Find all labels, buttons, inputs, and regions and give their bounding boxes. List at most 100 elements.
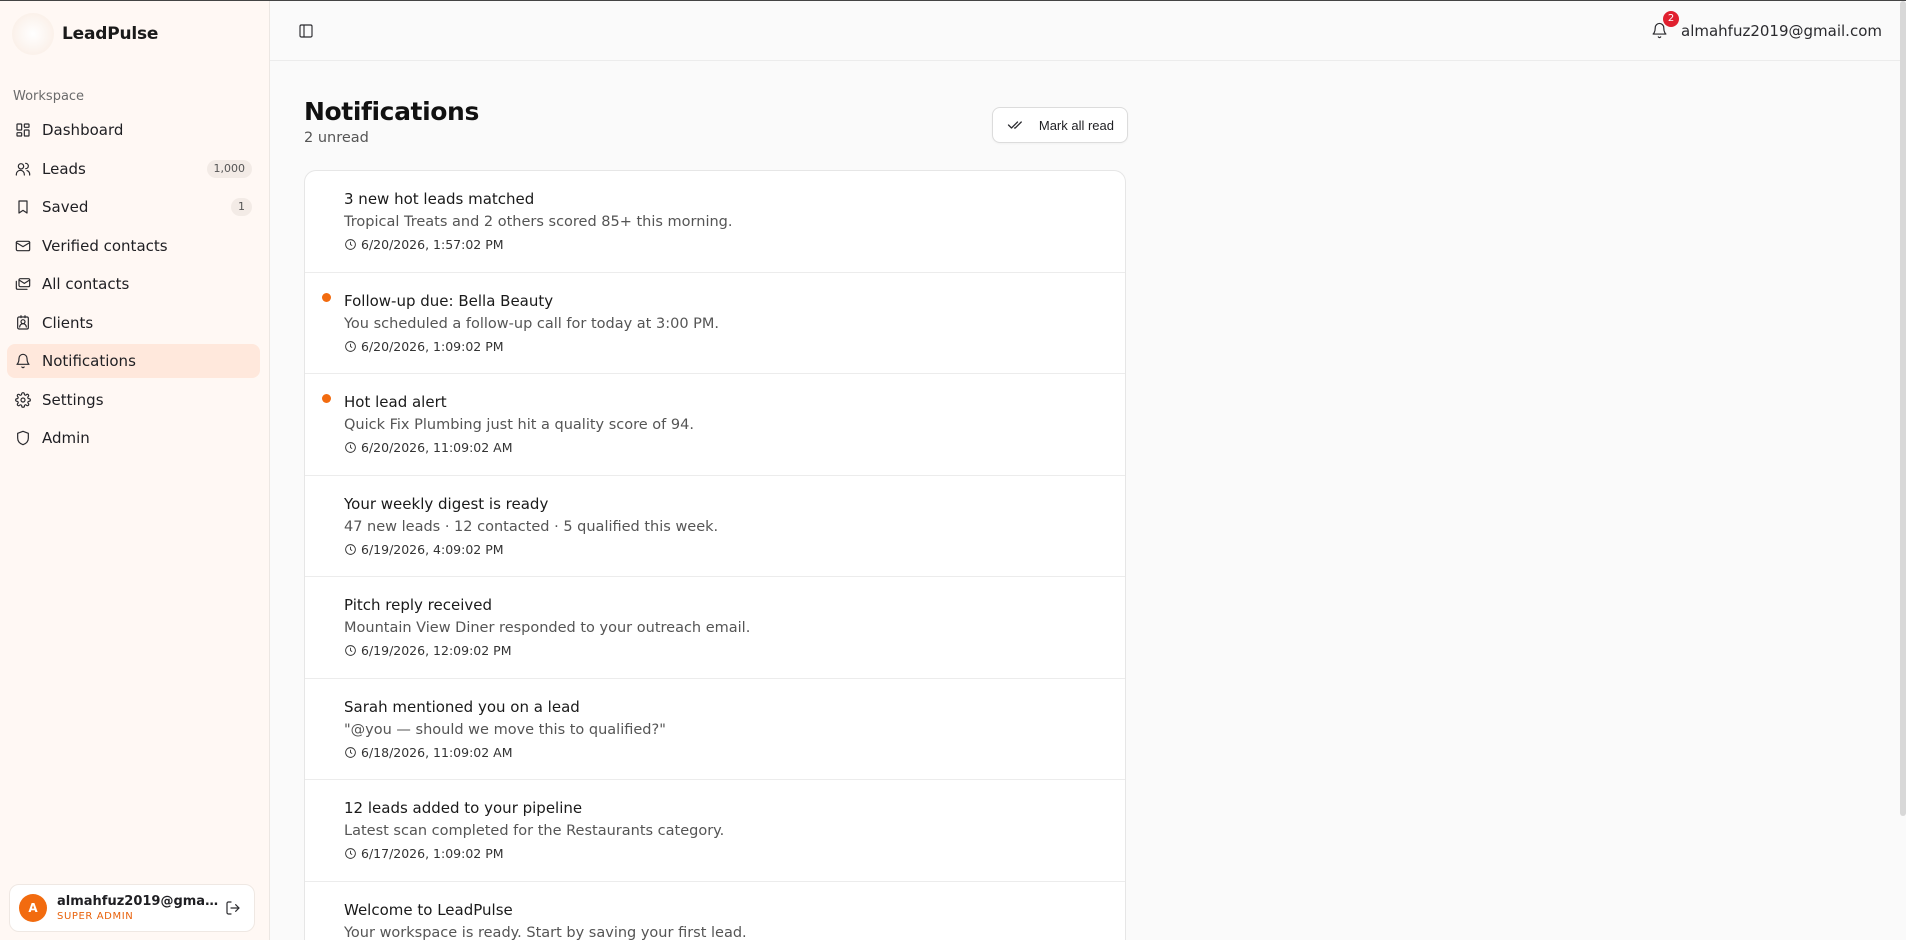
user-role: SUPER ADMIN: [57, 911, 134, 922]
notification-timestamp: 6/17/2026, 1:09:02 PM: [361, 846, 504, 861]
topbar-right: 2 almahfuz2019@gmail.com: [1647, 10, 1882, 43]
notifications-page: Notifications 2 unread Mark all read 3 n…: [270, 61, 1128, 940]
clock-icon: [345, 340, 356, 352]
notification-item[interactable]: Pitch reply received Mountain View Diner…: [305, 577, 1125, 679]
sidebar-toggle-button[interactable]: [294, 19, 318, 43]
mark-all-read-label: Mark all read: [1038, 117, 1114, 133]
mail-check-icon: [14, 237, 32, 255]
sidebar-item-all-contacts[interactable]: All contacts: [7, 267, 260, 301]
notification-time: 6/19/2026, 4:09:02 PM: [344, 542, 1105, 557]
notification-time: 6/17/2026, 1:09:02 PM: [344, 846, 1105, 861]
sidebar-item-label: Settings: [42, 390, 104, 409]
notification-item[interactable]: Hot lead alert Quick Fix Plumbing just h…: [305, 374, 1125, 476]
clock-icon: [345, 746, 356, 758]
unread-dot: [322, 292, 331, 302]
notification-item[interactable]: Sarah mentioned you on a lead "@you — sh…: [305, 679, 1125, 780]
notification-body: 47 new leads · 12 contacted · 5 qualifie…: [344, 518, 719, 535]
sidebar-item-dashboard[interactable]: Dashboard: [7, 113, 260, 147]
bookmark-icon: [14, 198, 32, 216]
dashboard-icon: [14, 121, 32, 139]
sidebar-item-label: Notifications: [42, 352, 136, 370]
logout-icon: [226, 901, 240, 915]
user-meta: almahfuz2019@gmail.c... SUPER ADMIN: [57, 894, 222, 922]
notifications-bell-button[interactable]: 2: [1647, 10, 1680, 43]
notification-title: Sarah mentioned you on a lead: [344, 697, 580, 716]
clock-icon: [345, 442, 356, 453]
contact-card-icon: [14, 314, 32, 332]
user-card: A almahfuz2019@gmail.c... SUPER ADMIN: [9, 884, 255, 932]
notification-title: Pitch reply received: [344, 596, 493, 614]
sidebar-item-label: Admin: [42, 429, 90, 447]
shield-icon: [14, 429, 32, 447]
main: 2 almahfuz2019@gmail.com Notifications 2…: [270, 1, 1906, 940]
sidebar-nav: Dashboard Leads 1,000 Saved 1 Verified c…: [0, 113, 269, 455]
app-shell: LeadPulse Workspace Dashboard Leads 1,00…: [0, 0, 1906, 940]
notification-item[interactable]: Follow-up due: Bella Beauty You schedule…: [305, 273, 1125, 374]
notification-time: 6/20/2026, 11:09:02 AM: [344, 440, 1105, 455]
sidebar-item-label: Dashboard: [42, 121, 124, 139]
notification-timestamp: 6/20/2026, 1:09:02 PM: [361, 338, 504, 354]
clock-icon: [345, 848, 356, 859]
notification-count-badge: 2: [1663, 10, 1680, 27]
notification-time: 6/20/2026, 1:09:02 PM: [344, 339, 1105, 354]
bell-icon: [14, 352, 32, 370]
notification-timestamp: 6/20/2026, 11:09:02 AM: [361, 440, 513, 455]
notification-time: 6/18/2026, 11:09:02 AM: [344, 745, 1105, 760]
notification-timestamp: 6/18/2026, 11:09:02 AM: [361, 744, 513, 760]
user-email: almahfuz2019@gmail.c...: [57, 894, 222, 909]
brand[interactable]: LeadPulse: [0, 1, 269, 67]
notification-body: Tropical Treats and 2 others scored 85+ …: [344, 214, 733, 230]
topbar: 2 almahfuz2019@gmail.com: [270, 1, 1906, 61]
page-title: Notifications: [304, 97, 479, 126]
sidebar-item-clients[interactable]: Clients: [7, 306, 260, 340]
check-check-icon: [1007, 121, 1022, 129]
section-label-workspace: Workspace: [13, 89, 85, 104]
unread-count: 2 unread: [304, 130, 369, 146]
notification-timestamp: 6/19/2026, 4:09:02 PM: [361, 541, 504, 557]
notification-time: 6/19/2026, 12:09:02 PM: [344, 643, 1105, 658]
notification-body: Your workspace is ready. Start by saving…: [344, 924, 747, 940]
notification-timestamp: 6/20/2026, 1:57:02 PM: [361, 237, 504, 252]
notification-item[interactable]: Welcome to LeadPulse Your workspace is r…: [305, 882, 1125, 940]
notification-item[interactable]: 12 leads added to your pipeline Latest s…: [305, 780, 1125, 882]
notification-title: Hot lead alert: [344, 393, 447, 411]
notification-body: Latest scan completed for the Restaurant…: [344, 823, 725, 839]
sidebar-item-label: Leads: [42, 159, 86, 178]
notification-title: 3 new hot leads matched: [344, 190, 535, 208]
notification-item[interactable]: Your weekly digest is ready 47 new leads…: [305, 476, 1125, 577]
mails-icon: [14, 275, 32, 293]
notification-body: "@you — should we move this to qualified…: [344, 721, 666, 738]
count-badge: 1: [231, 198, 252, 216]
sidebar-item-label: Verified contacts: [42, 236, 168, 255]
sidebar-item-admin[interactable]: Admin: [7, 421, 260, 455]
notification-body: You scheduled a follow-up call for today…: [344, 315, 720, 332]
mark-all-read-button[interactable]: Mark all read: [991, 107, 1128, 143]
sidebar-item-settings[interactable]: Settings: [7, 383, 260, 417]
logout-button[interactable]: [222, 897, 244, 919]
scrollbar[interactable]: [1900, 1, 1906, 816]
sidebar-item-leads[interactable]: Leads 1,000: [7, 152, 260, 186]
brand-name: LeadPulse: [62, 24, 159, 44]
gear-icon: [14, 391, 32, 409]
sidebar-item-notifications[interactable]: Notifications: [7, 344, 260, 378]
notification-item[interactable]: 3 new hot leads matched Tropical Treats …: [305, 171, 1125, 273]
sidebar-item-saved[interactable]: Saved 1: [7, 190, 260, 224]
sidebar-item-verified-contacts[interactable]: Verified contacts: [7, 229, 260, 263]
account-email[interactable]: almahfuz2019@gmail.com: [1681, 22, 1882, 40]
brand-logo: [12, 13, 54, 55]
sidebar-item-label: All contacts: [42, 275, 130, 293]
count-badge: 1,000: [206, 159, 252, 178]
notification-title: Welcome to LeadPulse: [344, 900, 513, 919]
notification-body: Mountain View Diner responded to your ou…: [344, 620, 751, 636]
panel-left-icon: [299, 23, 313, 38]
clock-icon: [345, 645, 356, 656]
page-header: Notifications 2 unread Mark all read: [304, 97, 1128, 146]
notification-title: 12 leads added to your pipeline: [344, 799, 583, 817]
notification-title: Your weekly digest is ready: [344, 494, 549, 513]
unread-dot: [322, 394, 331, 403]
notification-list: 3 new hot leads matched Tropical Treats …: [304, 170, 1126, 940]
notification-title: Follow-up due: Bella Beauty: [344, 291, 554, 310]
sidebar-item-label: Clients: [42, 313, 94, 332]
avatar[interactable]: A: [19, 894, 47, 922]
users-icon: [14, 160, 32, 178]
